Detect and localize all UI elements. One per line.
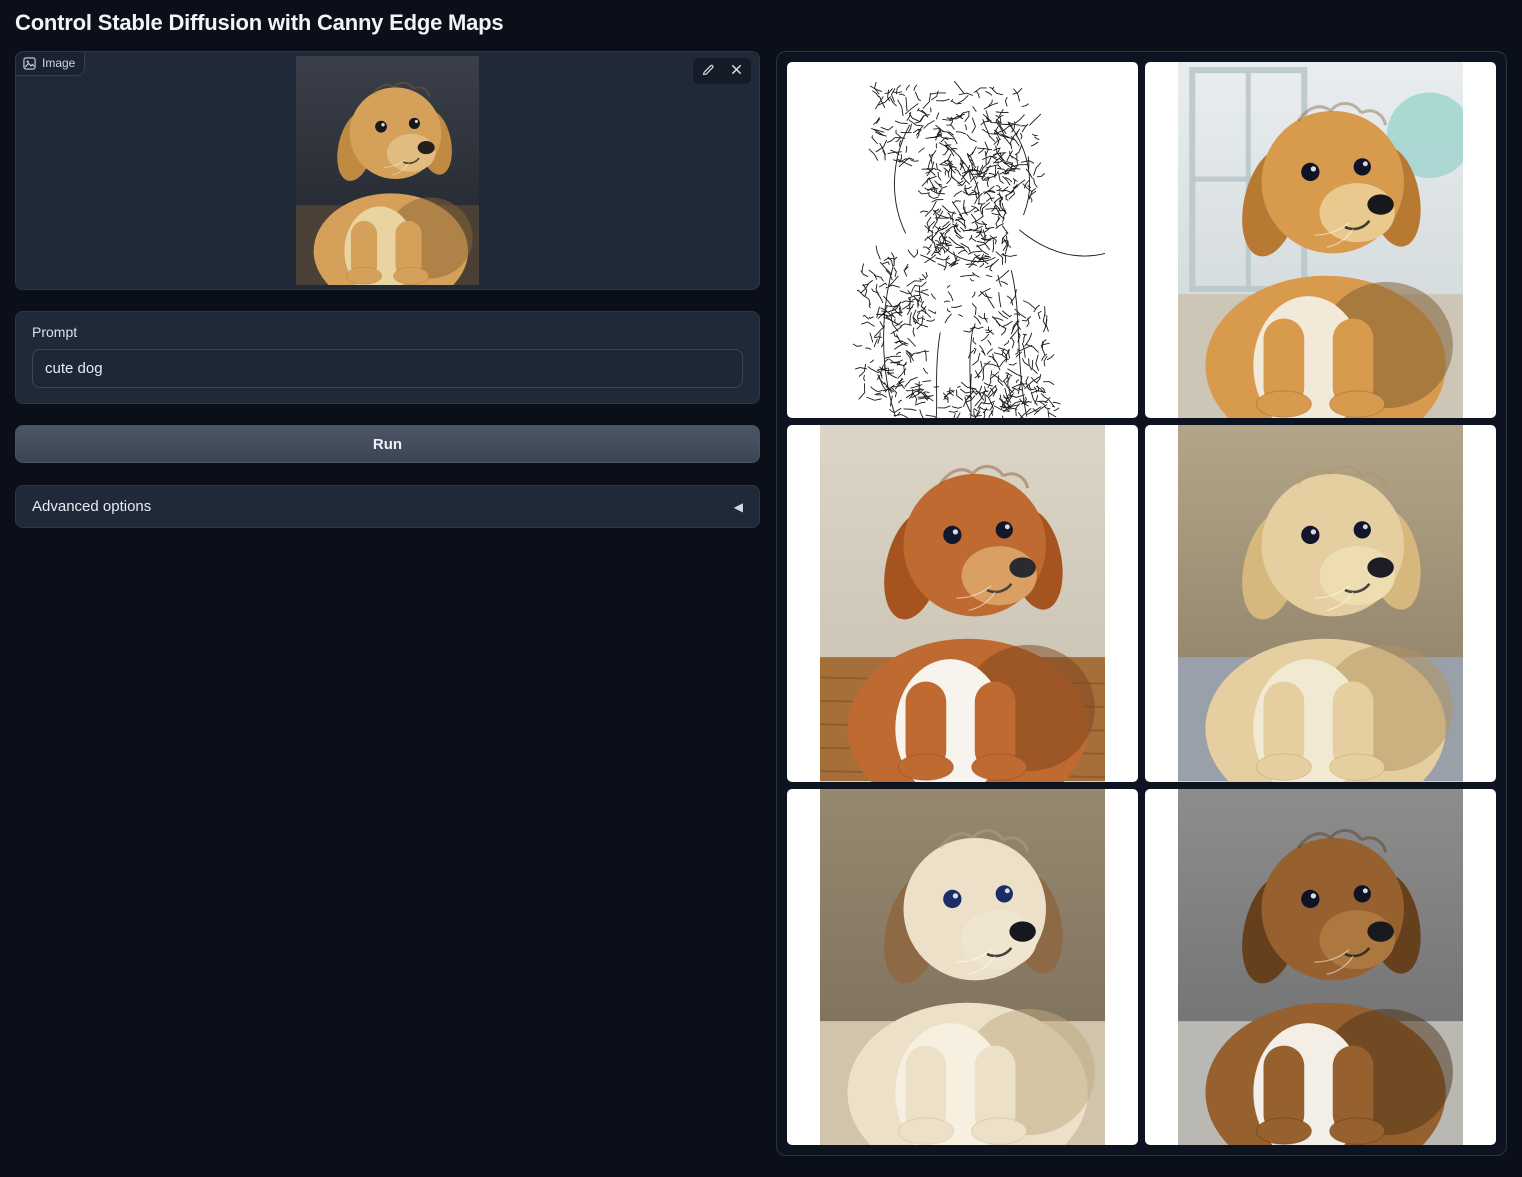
advanced-label: Advanced options [32,498,151,515]
gallery-item-5-generated-puppy-4[interactable] [787,789,1138,1145]
pencil-icon [701,63,715,80]
run-button[interactable]: Run [15,425,760,463]
advanced-accordion[interactable]: Advanced options ◀ [15,485,760,528]
close-icon [730,63,743,79]
image-label-badge: Image [16,52,85,76]
gallery-item-2-generated-puppy-1[interactable] [1145,62,1496,418]
gallery-item-3-generated-puppy-2[interactable] [787,425,1138,781]
right-column [776,51,1507,1156]
gallery-item-1-canny-edge-map[interactable] [787,62,1138,418]
page-title: Control Stable Diffusion with Canny Edge… [15,10,1507,36]
gallery-item-6-generated-puppy-5[interactable] [1145,789,1496,1145]
image-toolbar [693,58,751,84]
edit-button[interactable] [695,60,721,82]
prompt-block: Prompt [15,311,760,404]
main-layout: Image [15,51,1507,1156]
accordion-arrow-icon: ◀ [734,500,743,514]
image-block: Image [15,51,760,290]
left-column: Image [15,51,760,528]
image-icon [23,57,36,70]
gallery-item-4-generated-puppy-3[interactable] [1145,425,1496,781]
image-label: Image [42,56,75,70]
output-gallery [776,51,1507,1156]
clear-button[interactable] [723,60,749,82]
prompt-input[interactable] [32,349,743,388]
input-image[interactable] [296,56,479,285]
prompt-label: Prompt [32,324,743,340]
